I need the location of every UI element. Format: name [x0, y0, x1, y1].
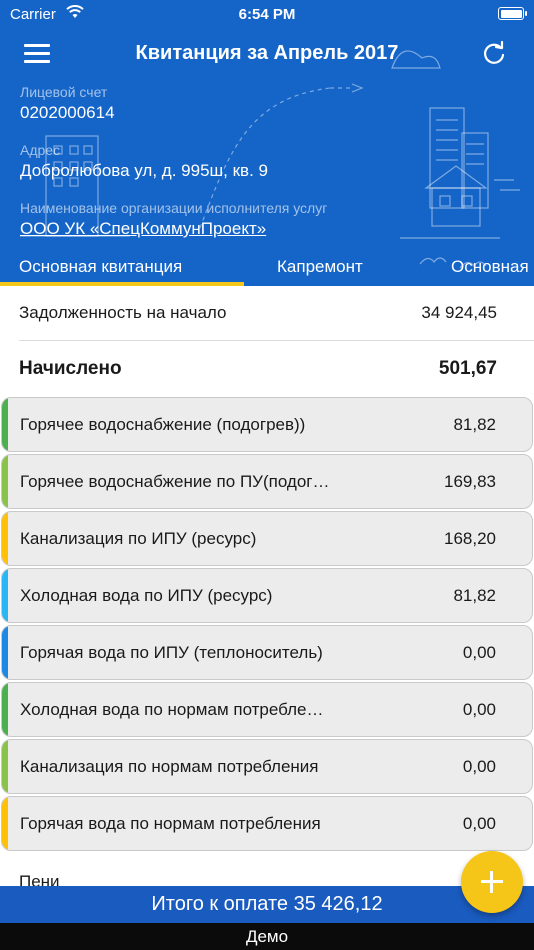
charge-item[interactable]: Горячее водоснабжение по ПУ(подогрев) 16…: [1, 454, 533, 509]
charge-amount: 0,00: [462, 643, 496, 662]
demo-banner: Демо: [0, 923, 534, 950]
charge-amount: 0,00: [462, 757, 496, 776]
add-button[interactable]: [461, 851, 523, 913]
charge-color-bar: [2, 740, 8, 793]
provider-label: Наименование организации исполнителя усл…: [20, 200, 328, 216]
refresh-icon[interactable]: [480, 39, 508, 67]
charge-item[interactable]: Канализация по ИПУ (ресурс) 168,20: [1, 511, 533, 566]
receipt-content: Задолженность на начало 34 924,45 Начисл…: [0, 286, 534, 886]
charge-amount: 81,82: [453, 415, 496, 434]
tab-capital-repair[interactable]: Капремонт: [277, 257, 363, 277]
charge-amount: 168,20: [444, 529, 496, 548]
charge-name: Горячее водоснабжение (подогрев)): [20, 415, 306, 434]
charge-amount: 169,83: [444, 472, 496, 491]
charged-value: 501,67: [438, 358, 497, 379]
account-label: Лицевой счет: [20, 84, 108, 100]
receipt-header: Carrier 6:54 PM Квитанция за Апрель 2017…: [0, 0, 534, 286]
divider: [19, 340, 534, 341]
charge-name: Холодная вода по нормам потребления: [20, 700, 330, 719]
debt-label: Задолженность на начало: [19, 303, 227, 322]
charge-color-bar: [2, 797, 8, 850]
address-label: Адрес: [20, 142, 61, 158]
charge-name: Канализация по ИПУ (ресурс): [20, 529, 257, 548]
receipt-tabs: Основная квитанция Капремонт Основная: [0, 253, 534, 286]
charge-amount: 0,00: [462, 814, 496, 833]
charge-color-bar: [2, 626, 8, 679]
battery-icon: [498, 7, 527, 20]
status-bar: Carrier 6:54 PM: [0, 0, 534, 28]
charge-item[interactable]: Горячее водоснабжение (подогрев)) 81,82: [1, 397, 533, 452]
charge-color-bar: [2, 455, 8, 508]
navigation-bar: Квитанция за Апрель 2017: [0, 28, 534, 80]
status-time: 6:54 PM: [238, 6, 296, 23]
penalty-label: Пени: [19, 872, 60, 886]
charge-name: Горячая вода по нормам потребления: [20, 814, 321, 833]
charged-label: Начислено: [19, 358, 122, 379]
charge-color-bar: [2, 569, 8, 622]
address-value: Добролюбова ул, д. 995ш, кв. 9: [20, 161, 268, 180]
charge-amount: 81,82: [453, 586, 496, 605]
account-block: Лицевой счет 0202000614: [20, 84, 115, 123]
charge-item[interactable]: Холодная вода по нормам потребления 0,00: [1, 682, 533, 737]
provider-link[interactable]: ООО УК «СпецКоммунПроект»: [20, 219, 327, 239]
charge-item[interactable]: Горячая вода по нормам потребления 0,00: [1, 796, 533, 851]
charge-item[interactable]: Канализация по нормам потребления 0,00: [1, 739, 533, 794]
charge-name: Горячее водоснабжение по ПУ(подогрев): [20, 472, 330, 491]
charge-name: Канализация по нормам потребления: [20, 757, 319, 776]
charge-color-bar: [2, 512, 8, 565]
tab-main-receipt[interactable]: Основная квитанция: [19, 257, 182, 277]
charge-name: Горячая вода по ИПУ (теплоноситель): [20, 643, 323, 662]
debt-value: 34 924,45: [421, 303, 497, 322]
address-block: Адрес Добролюбова ул, д. 995ш, кв. 9: [20, 142, 268, 181]
charge-color-bar: [2, 398, 8, 451]
total-to-pay[interactable]: Итого к оплате 35 426,12: [0, 886, 534, 923]
charge-item[interactable]: Холодная вода по ИПУ (ресурс) 81,82: [1, 568, 533, 623]
charge-item[interactable]: Горячая вода по ИПУ (теплоноситель) 0,00: [1, 625, 533, 680]
charge-color-bar: [2, 683, 8, 736]
page-title: Квитанция за Апрель 2017: [135, 42, 399, 64]
tab-main-second[interactable]: Основная: [451, 257, 529, 277]
account-number: 0202000614: [20, 103, 115, 122]
charge-name: Холодная вода по ИПУ (ресурс): [20, 586, 273, 605]
provider-block: Наименование организации исполнителя усл…: [20, 200, 327, 239]
charge-amount: 0,00: [462, 700, 496, 719]
